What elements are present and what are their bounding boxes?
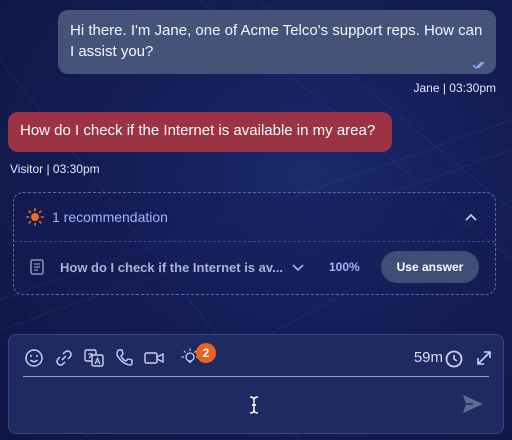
agent-message-meta: Jane | 03:30pm xyxy=(413,81,496,95)
recommendation-question[interactable]: How do I check if the Internet is av... xyxy=(60,260,283,275)
emoji-icon[interactable] xyxy=(23,347,45,369)
read-check-icon xyxy=(472,61,485,69)
recommendation-panel: 1 recommendation How do I check if the I… xyxy=(13,192,496,295)
use-answer-button[interactable]: Use answer xyxy=(381,251,479,283)
expand-icon[interactable] xyxy=(473,347,495,369)
recommendation-score: 100% xyxy=(328,260,360,274)
recommendation-divider xyxy=(14,241,495,242)
clock-icon[interactable] xyxy=(443,348,465,370)
phone-icon[interactable] xyxy=(113,347,135,369)
agent-message-text: Hi there. I'm Jane, one of Acme Telco's … xyxy=(70,22,483,60)
recommendation-header[interactable]: 1 recommendation xyxy=(26,207,485,227)
agent-message-bubble: Hi there. I'm Jane, one of Acme Telco's … xyxy=(58,10,496,74)
visitor-message-text: How do I check if the Internet is availa… xyxy=(20,122,376,139)
document-icon xyxy=(30,259,44,275)
composer-divider xyxy=(23,376,489,377)
sun-icon xyxy=(26,208,44,226)
text-cursor-icon xyxy=(249,396,259,414)
session-timer: 59m xyxy=(413,349,443,366)
translate-icon[interactable] xyxy=(83,347,105,369)
message-input[interactable] xyxy=(23,385,447,427)
recommendation-item: How do I check if the Internet is av... … xyxy=(28,251,479,283)
link-icon[interactable] xyxy=(53,347,75,369)
recommendation-count: 1 recommendation xyxy=(52,209,168,225)
visitor-message-bubble: How do I check if the Internet is availa… xyxy=(8,112,392,152)
video-icon[interactable] xyxy=(143,347,165,369)
chevron-up-icon[interactable] xyxy=(461,207,481,227)
visitor-message-meta: Visitor | 03:30pm xyxy=(10,162,100,176)
recommendation-badge: 2 xyxy=(196,343,216,363)
composer-toolbar: 2 59m xyxy=(23,343,491,371)
send-icon[interactable] xyxy=(461,393,485,415)
message-composer: 2 59m xyxy=(8,334,504,434)
chevron-down-icon[interactable] xyxy=(291,260,305,274)
